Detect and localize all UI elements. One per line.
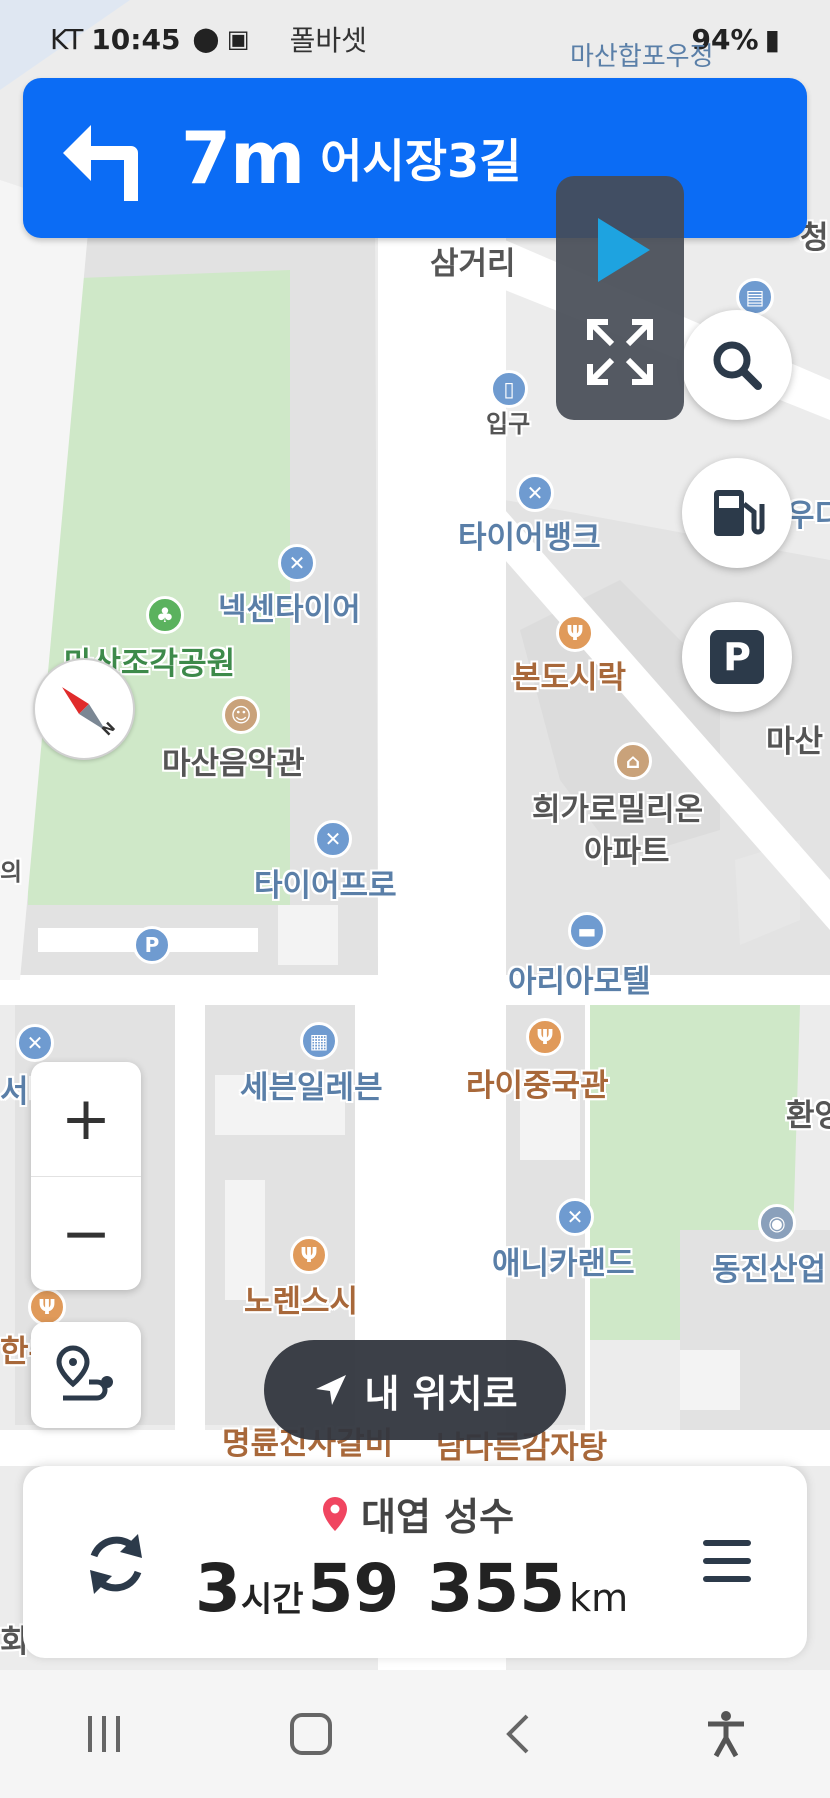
search-button[interactable] xyxy=(682,310,792,420)
fuel-station-button[interactable] xyxy=(682,458,792,568)
back-icon xyxy=(505,1714,529,1754)
convenience-store-icon: ▦ xyxy=(300,1022,338,1060)
accessibility-icon xyxy=(708,1711,745,1758)
park-icon: ♣ xyxy=(146,596,184,634)
remaining-distance: 355 xyxy=(427,1550,566,1627)
svg-text:N: N xyxy=(99,720,119,740)
map-label-tire-pro[interactable]: 타이어프로 xyxy=(254,860,397,905)
play-icon[interactable] xyxy=(598,218,650,282)
carrier-label: KT xyxy=(50,22,84,56)
place-icon: ◉ xyxy=(758,1204,796,1242)
restaurant-icon: Ψ xyxy=(526,1018,564,1056)
map-label-noren[interactable]: 노렌스시 xyxy=(244,1276,358,1321)
compass-icon: N xyxy=(62,687,119,740)
distance-unit: km xyxy=(569,1576,629,1620)
my-location-button[interactable]: 내 위치로 xyxy=(264,1340,566,1440)
eta-summary: 3 시간 59 355 km xyxy=(195,1550,628,1627)
battery-icon: ▮ xyxy=(764,22,780,56)
route-summary-card: 대엽 성수 3 시간 59 355 km xyxy=(23,1466,807,1658)
motel-icon: ▬ xyxy=(568,912,606,950)
tire-service-icon: ✕ xyxy=(314,820,352,858)
destination-pin-icon xyxy=(323,1496,347,1531)
map-label-tire-bank[interactable]: 타이어뱅크 xyxy=(458,512,601,557)
tire-service-icon: ✕ xyxy=(516,474,554,512)
location-arrow-icon xyxy=(316,1375,347,1405)
system-navigation-bar xyxy=(0,1670,830,1798)
status-bar: KT 10:45 ⬤ ▣ 폴바셋 마산합포우정 94% ▮ xyxy=(50,18,780,73)
fuel-station-icon xyxy=(714,490,765,536)
map-label-edge-right: 우디 xyxy=(786,498,830,534)
map-label-aria-motel[interactable]: 아리아모텔 xyxy=(508,956,651,1001)
status-overlay-text: 마산합포우정 xyxy=(570,42,714,72)
map-label-any-car[interactable]: 애니카랜드 xyxy=(492,1238,635,1283)
menu-icon[interactable] xyxy=(699,1536,755,1586)
theater-icon: ☺ xyxy=(222,696,260,734)
floating-player-widget[interactable] xyxy=(556,176,684,420)
zoom-in-button[interactable]: + xyxy=(31,1062,141,1176)
eta-minutes: 59 xyxy=(307,1550,400,1627)
notification-text: 폴바셋 xyxy=(289,24,367,57)
recent-apps-button[interactable] xyxy=(44,1694,164,1774)
refresh-icon[interactable] xyxy=(78,1526,154,1602)
destination[interactable]: 대엽 성수 xyxy=(323,1486,514,1541)
tire-service-icon: ✕ xyxy=(278,544,316,582)
accessibility-button[interactable] xyxy=(666,1694,786,1774)
expand-icon[interactable] xyxy=(584,316,656,388)
map-label-edge-left: 의 xyxy=(0,858,23,886)
turn-instruction-banner[interactable]: 7m 어시장3길 xyxy=(23,78,807,238)
building-icon: ⌂ xyxy=(614,742,652,780)
my-location-label: 내 위치로 xyxy=(364,1371,518,1416)
map-label-samgeori: 삼거리 xyxy=(430,246,516,282)
map-label-hwan-edge: 환영 xyxy=(786,1098,830,1134)
turn-distance: 7m xyxy=(181,116,305,200)
tire-service-icon: ✕ xyxy=(16,1024,54,1062)
map-label-nexen[interactable]: 넥센타이어 xyxy=(218,584,361,629)
restaurant-icon: Ψ xyxy=(556,614,594,652)
zoom-out-button[interactable]: − xyxy=(31,1177,141,1291)
map-label-raijung[interactable]: 라이중국관 xyxy=(466,1060,609,1105)
route-options-button[interactable] xyxy=(31,1322,141,1428)
tire-service-icon: ✕ xyxy=(556,1198,594,1236)
eta-hours: 3 xyxy=(195,1550,241,1627)
compass-button[interactable]: N xyxy=(33,658,135,760)
notification-icons: ⬤ ▣ xyxy=(192,25,250,53)
clock: 10:45 xyxy=(91,22,181,56)
map-label-bondo[interactable]: 본도시락 xyxy=(512,652,626,697)
entrance-icon: ▯ xyxy=(490,370,528,408)
map-label-seven-eleven[interactable]: 세븐일레븐 xyxy=(240,1062,383,1107)
search-icon xyxy=(713,341,762,390)
restaurant-icon: Ψ xyxy=(290,1236,328,1274)
restaurant-icon: Ψ xyxy=(28,1288,66,1326)
back-button[interactable] xyxy=(459,1694,579,1774)
eta-hours-unit: 시간 xyxy=(240,1580,304,1620)
map-label-higaro-line2[interactable]: 아파트 xyxy=(584,826,670,871)
map-label-music-hall[interactable]: 마산음악관 xyxy=(162,738,305,783)
map-label-higaro-line1[interactable]: 희가로밀리온 xyxy=(532,784,703,829)
parking-poi-icon: P xyxy=(133,926,171,964)
parking-button[interactable]: P xyxy=(682,602,792,712)
turn-left-icon xyxy=(63,125,138,201)
map-label-entrance: 입구 xyxy=(486,410,531,438)
zoom-controls: + − xyxy=(31,1062,141,1290)
turn-road-name: 어시장3길 xyxy=(320,134,522,188)
parking-label: P xyxy=(723,635,751,679)
home-button[interactable] xyxy=(251,1694,371,1774)
destination-name: 대엽 성수 xyxy=(361,1495,515,1539)
map-label-masan-edge: 마산 xyxy=(766,724,824,760)
route-options-icon xyxy=(56,1345,113,1401)
home-icon xyxy=(290,1713,333,1755)
map-label-dongjin[interactable]: 동진산업 xyxy=(712,1244,826,1289)
recent-apps-icon xyxy=(87,1716,120,1752)
parking-icon: P xyxy=(710,630,764,684)
